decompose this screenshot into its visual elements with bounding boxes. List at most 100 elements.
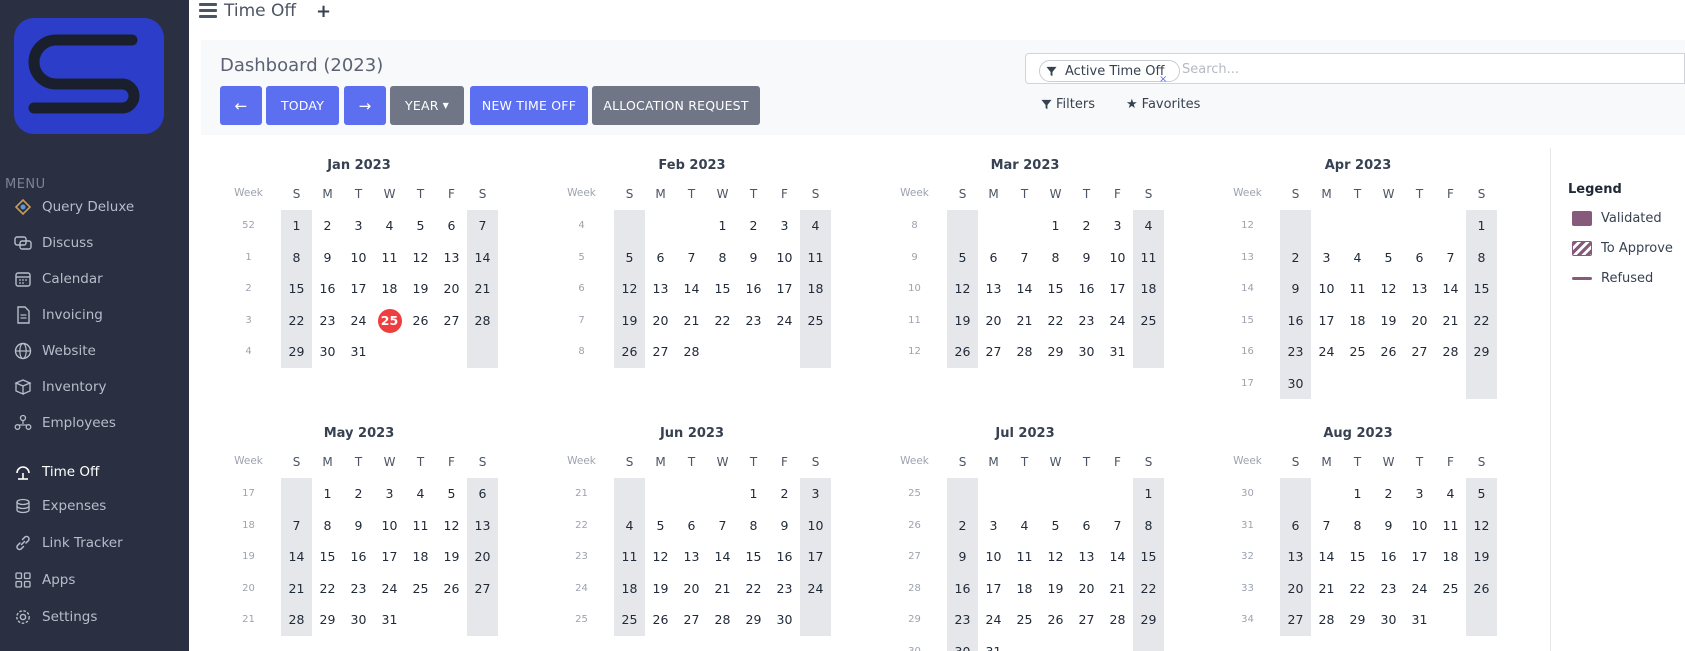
calendar-day[interactable]: 10 <box>343 242 374 273</box>
calendar-day[interactable]: 2 <box>769 478 800 509</box>
calendar-day[interactable]: 17 <box>1311 305 1342 336</box>
calendar-day[interactable]: 18 <box>800 273 831 304</box>
calendar-day[interactable]: 8 <box>1342 510 1373 541</box>
calendar-day[interactable]: 31 <box>1102 336 1133 367</box>
calendar-day[interactable]: 19 <box>1466 541 1497 572</box>
calendar-day[interactable]: 24 <box>343 305 374 336</box>
calendar-day[interactable]: 24 <box>1311 336 1342 367</box>
calendar-day[interactable]: 2 <box>1071 210 1102 241</box>
calendar-day[interactable]: 3 <box>1102 210 1133 241</box>
calendar-day[interactable]: 1 <box>312 478 343 509</box>
calendar-day[interactable]: 15 <box>707 273 738 304</box>
sidebar-item-apps[interactable]: Apps <box>13 566 183 594</box>
add-menu-icon[interactable]: + <box>316 1 331 22</box>
calendar-day[interactable]: 9 <box>738 242 769 273</box>
calendar-day[interactable]: 1 <box>1133 478 1164 509</box>
company-logo[interactable] <box>14 18 164 134</box>
calendar-day[interactable]: 15 <box>312 541 343 572</box>
calendar-day[interactable]: 16 <box>312 273 343 304</box>
calendar-day[interactable]: 2 <box>738 210 769 241</box>
calendar-day[interactable]: 7 <box>281 510 312 541</box>
calendar-day[interactable]: 28 <box>281 604 312 635</box>
calendar-day[interactable]: 30 <box>1071 336 1102 367</box>
calendar-day[interactable]: 7 <box>676 242 707 273</box>
calendar-day[interactable]: 3 <box>343 210 374 241</box>
calendar-day[interactable]: 8 <box>281 242 312 273</box>
calendar-day[interactable]: 22 <box>707 305 738 336</box>
search-input[interactable] <box>1182 58 1602 80</box>
new-time-off-button[interactable]: NEW TIME OFF <box>470 86 588 125</box>
calendar-day[interactable]: 19 <box>947 305 978 336</box>
calendar-day[interactable]: 16 <box>1373 541 1404 572</box>
calendar-day[interactable]: 8 <box>1133 510 1164 541</box>
calendar-day[interactable]: 18 <box>405 541 436 572</box>
calendar-day[interactable]: 10 <box>800 510 831 541</box>
calendar-day[interactable]: 27 <box>467 573 498 604</box>
calendar-day[interactable]: 24 <box>1102 305 1133 336</box>
next-button[interactable]: → <box>344 86 386 125</box>
calendar-day[interactable]: 5 <box>405 210 436 241</box>
calendar-day[interactable]: 10 <box>1102 242 1133 273</box>
calendar-day[interactable]: 20 <box>1280 573 1311 604</box>
calendar-day[interactable]: 25 <box>1133 305 1164 336</box>
calendar-day[interactable]: 20 <box>1404 305 1435 336</box>
calendar-day[interactable]: 1 <box>707 210 738 241</box>
calendar-day[interactable]: 22 <box>1342 573 1373 604</box>
calendar-day[interactable]: 17 <box>1102 273 1133 304</box>
calendar-day[interactable]: 11 <box>405 510 436 541</box>
calendar-day[interactable]: 10 <box>1311 273 1342 304</box>
calendar-day[interactable]: 28 <box>707 604 738 635</box>
calendar-day[interactable]: 4 <box>1435 478 1466 509</box>
calendar-day[interactable]: 17 <box>1404 541 1435 572</box>
calendar-day[interactable]: 20 <box>436 273 467 304</box>
calendar-day[interactable]: 19 <box>405 273 436 304</box>
calendar-day[interactable]: 25 <box>800 305 831 336</box>
calendar-day[interactable]: 31 <box>1404 604 1435 635</box>
sidebar-item-discuss[interactable]: Discuss <box>13 229 183 257</box>
calendar-day[interactable]: 11 <box>1009 541 1040 572</box>
calendar-day[interactable]: 14 <box>467 242 498 273</box>
calendar-day[interactable]: 3 <box>1311 242 1342 273</box>
calendar-day[interactable]: 31 <box>343 336 374 367</box>
calendar-day[interactable]: 15 <box>738 541 769 572</box>
calendar-day[interactable]: 21 <box>1009 305 1040 336</box>
calendar-day[interactable]: 4 <box>800 210 831 241</box>
sidebar-item-invoicing[interactable]: Invoicing <box>13 301 183 329</box>
calendar-day[interactable]: 23 <box>738 305 769 336</box>
calendar-day[interactable]: 21 <box>676 305 707 336</box>
calendar-day[interactable]: 1 <box>1466 210 1497 241</box>
calendar-day[interactable]: 31 <box>374 604 405 635</box>
calendar-day[interactable]: 5 <box>645 510 676 541</box>
calendar-day[interactable]: 16 <box>1071 273 1102 304</box>
calendar-day[interactable]: 9 <box>312 242 343 273</box>
calendar-day[interactable]: 1 <box>281 210 312 241</box>
calendar-day[interactable]: 17 <box>800 541 831 572</box>
calendar-day[interactable]: 25 <box>1009 604 1040 635</box>
calendar-day[interactable]: 27 <box>1071 604 1102 635</box>
calendar-day[interactable]: 13 <box>436 242 467 273</box>
allocation-request-button[interactable]: ALLOCATION REQUEST <box>592 86 760 125</box>
calendar-day[interactable]: 3 <box>374 478 405 509</box>
calendar-day[interactable]: 26 <box>645 604 676 635</box>
calendar-day[interactable]: 20 <box>645 305 676 336</box>
sidebar-item-inventory[interactable]: Inventory <box>13 373 183 401</box>
calendar-day[interactable]: 25 <box>614 604 645 635</box>
calendar-day[interactable]: 28 <box>1102 604 1133 635</box>
previous-button[interactable]: ← <box>220 86 262 125</box>
calendar-day[interactable]: 7 <box>467 210 498 241</box>
calendar-day[interactable]: 2 <box>312 210 343 241</box>
calendar-day[interactable]: 8 <box>707 242 738 273</box>
year-dropdown-button[interactable]: YEAR ▼ <box>390 86 464 125</box>
calendar-day[interactable]: 16 <box>738 273 769 304</box>
calendar-day[interactable]: 19 <box>436 541 467 572</box>
calendar-day[interactable]: 10 <box>978 541 1009 572</box>
calendar-day[interactable]: 10 <box>769 242 800 273</box>
calendar-day[interactable]: 29 <box>738 604 769 635</box>
calendar-day[interactable]: 19 <box>1373 305 1404 336</box>
calendar-day[interactable]: 11 <box>614 541 645 572</box>
calendar-day[interactable]: 30 <box>769 604 800 635</box>
calendar-day[interactable]: 28 <box>1311 604 1342 635</box>
calendar-day[interactable]: 18 <box>1435 541 1466 572</box>
calendar-day[interactable]: 10 <box>374 510 405 541</box>
calendar-day[interactable]: 20 <box>978 305 1009 336</box>
